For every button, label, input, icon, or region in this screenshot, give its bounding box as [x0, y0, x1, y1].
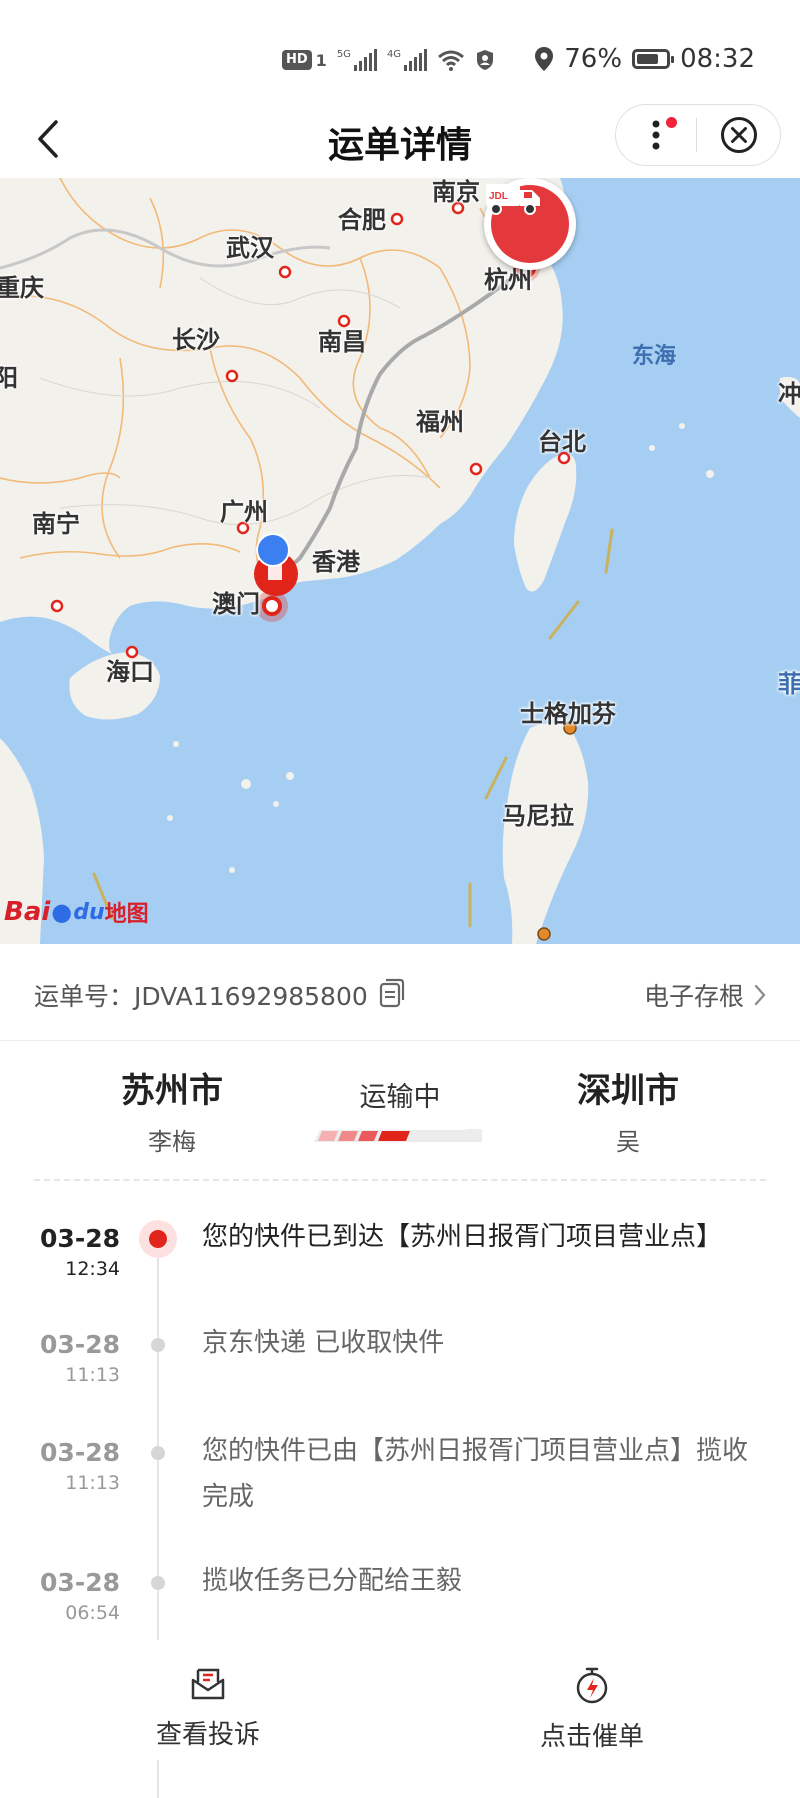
- courier-truck-marker: JDL: [484, 178, 576, 270]
- view-complaint-label: 查看投诉: [155, 1720, 260, 1750]
- map-label-fuzhou: 福州: [416, 408, 464, 436]
- e-stub-link[interactable]: 电子存根: [644, 977, 766, 1013]
- origin: 苏州市 李梅: [72, 1063, 272, 1157]
- map-base: [0, 178, 800, 944]
- event-date: 03-28: [40, 1438, 120, 1467]
- active-status-dot: [139, 1220, 177, 1258]
- event-text: 揽收任务已分配给王毅: [202, 1566, 463, 1596]
- status-icons: HD 1 5G 4G: [282, 44, 495, 76]
- map-label-manila: 马尼拉: [502, 802, 574, 830]
- chevron-right-icon: [754, 984, 766, 1006]
- map-label-aomen: 澳门: [212, 590, 260, 618]
- map-label-haikou: 海口: [106, 658, 154, 686]
- delivery-truck-icon: JDL: [486, 184, 540, 215]
- map-label-taibei: 台北: [538, 428, 586, 456]
- map-label-nanning: 南宁: [32, 510, 80, 538]
- battery-percent: 76%: [564, 44, 623, 74]
- notification-dot: [666, 117, 677, 128]
- map-label-shigejiafang: 士格加芬: [520, 700, 616, 728]
- recipient-name: 吴: [616, 1128, 640, 1156]
- location-icon: [535, 47, 554, 71]
- status-dot: [151, 1446, 165, 1460]
- event-time: 11:13: [65, 1472, 120, 1494]
- stopwatch-lightning-icon: [576, 1667, 608, 1704]
- bottom-action-bar: 查看投诉 点击催单: [0, 1640, 800, 1760]
- privacy-icon: [477, 50, 494, 70]
- route-summary: 苏州市 李梅 运输中 深圳市 吴: [0, 1041, 800, 1181]
- map-label-guangzhou: 广州: [220, 498, 268, 526]
- transit-progress-bar: [314, 1129, 482, 1142]
- more-button[interactable]: [616, 105, 696, 165]
- close-button[interactable]: [697, 105, 780, 165]
- map-label-wuhan: 武汉: [226, 234, 274, 262]
- event-text: 您的快件已到达【苏州日报胥门项目营业点】: [202, 1222, 723, 1252]
- copy-icon[interactable]: [378, 978, 406, 1008]
- map-label-changsha: 长沙: [172, 326, 220, 354]
- destination-city: 深圳市: [577, 1071, 679, 1111]
- urge-order-button[interactable]: 点击催单: [492, 1666, 692, 1753]
- mini-program-capsule: [615, 104, 781, 166]
- battery-icon: [632, 49, 675, 69]
- map-label-yang: 阳: [0, 364, 18, 392]
- event-time: 11:13: [65, 1364, 120, 1386]
- map-label-nanchang: 南昌: [318, 328, 366, 356]
- close-circle-icon: [720, 117, 757, 153]
- shipping-status: 运输中: [359, 1082, 441, 1113]
- map-label-chongqing: 重庆: [0, 274, 44, 302]
- hd-badge: HD: [282, 50, 312, 70]
- event-date: 03-28: [40, 1568, 120, 1597]
- status-bar: HD 1 5G 4G 76% 08:32: [0, 0, 800, 100]
- baidu-paw-icon: ●: [51, 898, 73, 926]
- sender-name: 李梅: [148, 1128, 196, 1156]
- view-complaint-button[interactable]: 查看投诉: [108, 1666, 308, 1751]
- urge-order-label: 点击催单: [539, 1722, 644, 1752]
- map-view[interactable]: 南京 合肥 武汉 重庆 杭州 长沙 南昌 阳 福州 台北 广州 南宁 香港 澳门…: [0, 178, 800, 944]
- clock: 08:32: [680, 44, 755, 74]
- map-label-fei: 菲: [778, 670, 800, 698]
- map-label-donghai: 东海: [632, 344, 677, 369]
- event-time: 06:54: [65, 1602, 120, 1624]
- nav-bar: 运单详情: [0, 100, 800, 178]
- waybill-number: 运单号：JDVA11692985800: [34, 982, 368, 1011]
- event-text: 京东快递 已收取快件: [202, 1328, 445, 1358]
- svg-text:JDL: JDL: [489, 191, 508, 202]
- e-stub-label: 电子存根: [643, 982, 744, 1011]
- signal-4g-icon: 4G: [387, 49, 428, 71]
- map-label-nanjing: 南京: [432, 178, 480, 206]
- map-label-xianggang: 香港: [312, 548, 360, 576]
- status-right: 76% 08:32: [534, 42, 755, 76]
- status-dot: [151, 1576, 165, 1590]
- waybill-row: 运单号：JDVA11692985800 电子存根: [0, 944, 800, 1041]
- destination: 深圳市 吴: [528, 1063, 728, 1157]
- divider: [34, 1179, 766, 1181]
- more-dots-icon: [652, 120, 660, 150]
- map-label-hefei: 合肥: [338, 206, 386, 234]
- sim1-label: 1: [315, 50, 327, 70]
- event-text: 您的快件已由【苏州日报胥门项目营业点】揽收完成: [202, 1436, 749, 1512]
- event-date: 03-28: [40, 1330, 120, 1359]
- map-label-chong: 冲: [778, 380, 800, 408]
- origin-city: 苏州市: [121, 1071, 223, 1111]
- event-date: 03-28: [40, 1224, 120, 1253]
- complaint-mail-icon: [191, 1668, 225, 1700]
- wifi-icon: [438, 50, 465, 71]
- event-time: 12:34: [65, 1258, 120, 1280]
- status-dot: [151, 1338, 165, 1352]
- signal-5g-icon: 5G: [337, 49, 377, 71]
- baidu-map-logo: Bai ● du 地图: [4, 897, 149, 927]
